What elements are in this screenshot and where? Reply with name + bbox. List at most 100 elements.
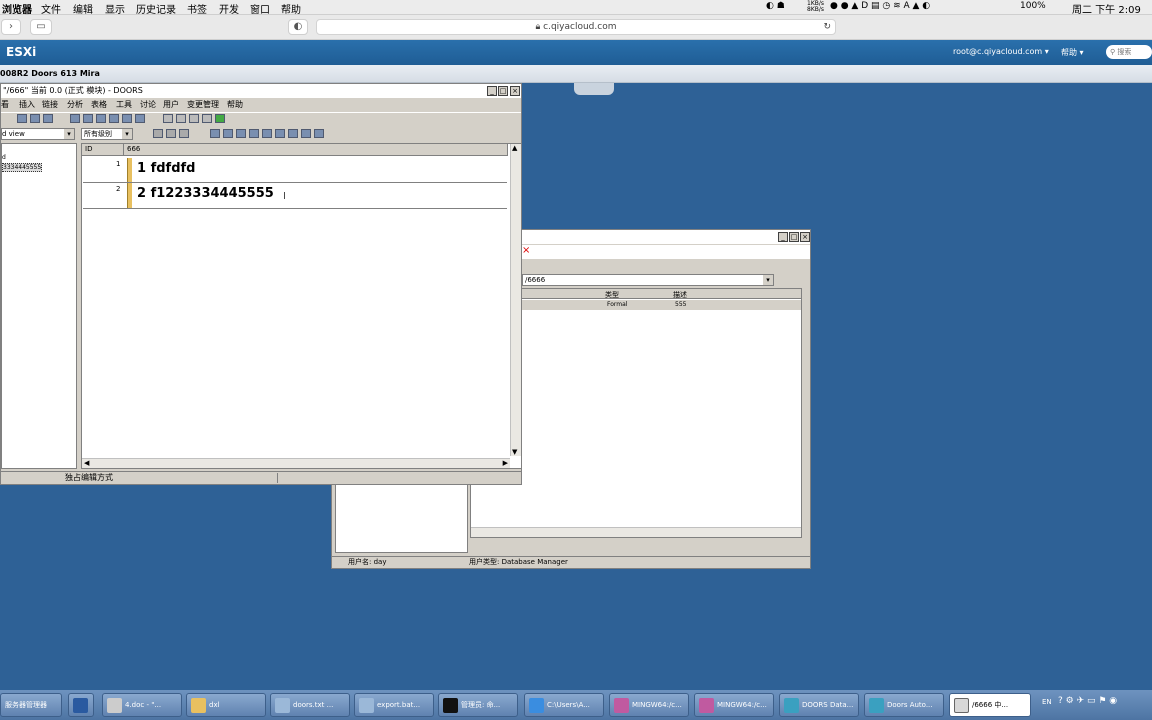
row-text[interactable]: 2 f1223334445555 <box>137 186 274 201</box>
menu-analysis[interactable]: 分析 <box>67 99 83 110</box>
status-bar: 用户名: day 用户类型: Database Manager <box>332 556 810 568</box>
tree-pane <box>335 483 468 553</box>
menu-view[interactable]: 显示 <box>105 1 125 16</box>
chevron-down-icon: ▾ <box>64 129 74 139</box>
task-cmd[interactable]: 管理员: 命... <box>438 693 518 717</box>
toolbar-icons[interactable] <box>17 114 228 126</box>
menu-view[interactable]: 看 <box>1 99 9 110</box>
horizontal-scrollbar[interactable]: ◀ ▶ <box>82 458 510 468</box>
window-title: "/666" 当前 0.0 (正式 模块) - DOORS <box>3 86 143 95</box>
maximize-button[interactable]: □ <box>498 86 508 96</box>
task-export-bat[interactable]: export.bat... <box>354 693 434 717</box>
app-menu[interactable]: 浏览器 <box>2 1 32 16</box>
close-button[interactable]: × <box>800 232 810 242</box>
vertical-scrollbar[interactable]: ▲ ▼ <box>510 144 521 456</box>
mac-menu-bar: 浏览器 文件 编辑 显示 历史记录 书签 开发 窗口 帮助 ◐ ☗ 1KB/s 8… <box>0 0 1152 16</box>
menu-history[interactable]: 历史记录 <box>136 1 176 16</box>
menu-change-mgmt[interactable]: 变更管理 <box>187 99 219 110</box>
menu-file[interactable]: 文件 <box>41 1 61 16</box>
doors-module-window: "/666" 当前 0.0 (正式 模块) - DOORS _ □ × 看 插入… <box>0 83 522 485</box>
col-main-header[interactable]: 666 <box>124 144 508 156</box>
doors-icon <box>784 698 799 713</box>
format-toolbar-icons[interactable] <box>153 129 327 141</box>
forward-button[interactable]: › <box>1 19 21 35</box>
task-doc[interactable]: 4.doc - "... <box>102 693 182 717</box>
tray-icons[interactable]: ? ⚙ ✈ ▭ ⚑ ◉ <box>1058 696 1117 706</box>
text-cursor-icon: I <box>283 191 286 202</box>
tree-item[interactable]: d <box>2 154 6 161</box>
sidebar-button[interactable]: ▭ <box>30 19 52 35</box>
privacy-icon[interactable]: ◐ <box>288 19 308 35</box>
horizontal-scrollbar[interactable] <box>471 527 801 537</box>
git-icon <box>614 698 629 713</box>
task-module-6666[interactable]: /6666 中... <box>949 693 1031 717</box>
col-id-header[interactable]: ID <box>82 144 124 156</box>
view-select[interactable]: d view ▾ <box>1 128 75 140</box>
git-icon <box>699 698 714 713</box>
notepad-icon <box>359 698 374 713</box>
chevron-down-icon: ▾ <box>122 129 132 139</box>
menu-help[interactable]: 帮助 <box>281 1 301 16</box>
scroll-left-icon[interactable]: ◀ <box>84 459 89 467</box>
tray-icons: ● ● ▲ D ▤ ◷ ≋ A ▲ ◐ <box>830 1 931 11</box>
language-indicator[interactable]: EN <box>1042 698 1052 706</box>
url-bar[interactable]: 🔒︎ c.qiyacloud.com ↻ <box>316 19 836 35</box>
user-menu[interactable]: root@c.qiyacloud.com ▾ <box>953 47 1049 56</box>
menu-table[interactable]: 表格 <box>91 99 107 110</box>
search-icon: ⚲ <box>1110 48 1116 56</box>
task-doors-auto[interactable]: Doors Auto... <box>864 693 944 717</box>
scroll-up-icon[interactable]: ▲ <box>512 144 517 152</box>
maximize-button[interactable]: □ <box>789 232 799 242</box>
menu-discuss[interactable]: 讨论 <box>140 99 156 110</box>
vm-title: 008R2 Doors 613 Mira <box>0 69 100 78</box>
col-desc[interactable]: 描述 <box>673 290 687 300</box>
doors-menubar: 看 插入 链接 分析 表格 工具 讨论 用户 变更管理 帮助 <box>1 99 521 111</box>
start-server-manager[interactable]: 服务器管理器 <box>0 693 62 717</box>
menu-insert[interactable]: 插入 <box>19 99 35 110</box>
menu-bookmarks[interactable]: 书签 <box>187 1 207 16</box>
level-select[interactable]: 所有级别 ▾ <box>81 128 133 140</box>
reload-icon[interactable]: ↻ <box>823 20 831 35</box>
menu-user[interactable]: 用户 <box>163 99 179 110</box>
table-row[interactable]: 1 1 fdfdfd <box>83 158 507 183</box>
task-doors-txt[interactable]: doors.txt ... <box>270 693 350 717</box>
search-icon <box>107 698 122 713</box>
status-bar: 独占编辑方式 <box>1 471 521 484</box>
scroll-right-icon[interactable]: ▶ <box>503 459 508 467</box>
minimize-button[interactable]: _ <box>778 232 788 242</box>
help-menu[interactable]: 帮助 ▾ <box>1061 47 1084 58</box>
menu-tools[interactable]: 工具 <box>116 99 132 110</box>
menu-link[interactable]: 链接 <box>42 99 58 110</box>
minimize-button[interactable]: _ <box>487 86 497 96</box>
menu-help[interactable]: 帮助 <box>227 99 243 110</box>
vm-console-bar: 008R2 Doors 613 Mira <box>0 65 1152 83</box>
delete-icon[interactable]: × <box>522 245 530 256</box>
task-mingw-2[interactable]: MINGW64:/c... <box>694 693 774 717</box>
scroll-down-icon[interactable]: ▼ <box>512 448 517 456</box>
row-text[interactable]: 1 fdfdfd <box>137 161 195 176</box>
doors-toolbar-1 <box>1 112 521 125</box>
table-row[interactable]: 2 2 f1223334445555 I <box>83 183 507 209</box>
doors-toolbar-2: d view ▾ 所有级别 ▾ <box>1 127 521 141</box>
esxi-logo: ESXi <box>6 45 37 59</box>
console-handle[interactable] <box>574 83 614 95</box>
row-id: 2 <box>116 185 121 193</box>
task-mingw-1[interactable]: MINGW64:/c... <box>609 693 689 717</box>
row-marker <box>127 158 132 182</box>
menu-window[interactable]: 窗口 <box>250 1 270 16</box>
status-icons: ◐ ☗ <box>766 1 785 11</box>
tree-item-selected[interactable]: 3334445555 <box>2 163 43 172</box>
close-button[interactable]: × <box>510 86 520 96</box>
task-ie[interactable]: C:\Users\A... <box>524 693 604 717</box>
col-type[interactable]: 类型 <box>605 290 619 300</box>
row-id: 1 <box>116 160 121 168</box>
path-select[interactable]: /6666 ▾ <box>522 274 774 286</box>
cmd-icon <box>443 698 458 713</box>
menu-develop[interactable]: 开发 <box>219 1 239 16</box>
menu-edit[interactable]: 编辑 <box>73 1 93 16</box>
task-doors-database[interactable]: DOORS Data... <box>779 693 859 717</box>
doors-titlebar[interactable]: "/666" 当前 0.0 (正式 模块) - DOORS _ □ × <box>1 84 521 98</box>
search-input[interactable]: ⚲ 搜索 <box>1106 45 1152 59</box>
task-powershell[interactable] <box>68 693 94 717</box>
task-dxl-folder[interactable]: dxl <box>186 693 266 717</box>
